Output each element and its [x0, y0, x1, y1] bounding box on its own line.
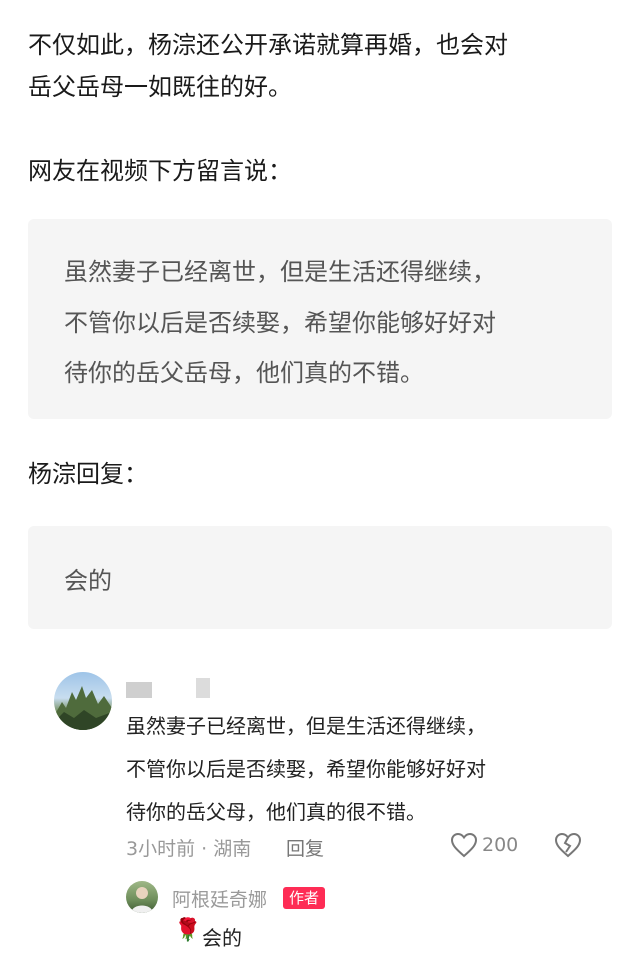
blurred-username-part	[196, 678, 210, 698]
quote-line: 会的	[64, 567, 112, 595]
comment-text-line: 虽然妻子已经离世，但是生活还得继续，	[126, 714, 486, 738]
rose-emoji: 🌹	[174, 918, 202, 943]
comment-text-line: 待你的岳父母，他们真的很不错。	[126, 800, 426, 824]
blurred-username	[126, 682, 152, 698]
author-badge: 作者	[283, 887, 326, 909]
person-photo-icon	[131, 887, 153, 913]
comment-time-location: 3小时前 · 湖南	[126, 838, 252, 860]
quote-line: 虽然妻子已经离世，但是生活还得继续，	[64, 258, 496, 286]
article-paragraph-1-line-1: 不仅如此，杨淙还公开承诺就算再婚，也会对	[28, 31, 508, 59]
article-paragraph-3: 杨淙回复：	[28, 460, 148, 488]
author-name[interactable]: 阿根廷奇娜	[172, 885, 267, 912]
comment-screenshot: 虽然妻子已经离世，但是生活还得继续， 不管你以后是否续娶，希望你能够好好对 待你…	[0, 652, 640, 960]
quote-box-comment: 虽然妻子已经离世，但是生活还得继续， 不管你以后是否续娶，希望你能够好好对 待你…	[28, 219, 612, 419]
author-reply-text: 会的	[202, 926, 242, 950]
quote-box-reply: 会的	[28, 526, 612, 629]
commenter-avatar[interactable]	[54, 672, 112, 730]
mountain-landscape-icon	[54, 686, 112, 730]
heart-icon[interactable]	[450, 832, 478, 858]
broken-heart-icon[interactable]	[554, 832, 582, 858]
quote-line: 待你的岳父岳母，他们真的不错。	[64, 359, 424, 387]
article-paragraph-2: 网友在视频下方留言说：	[28, 157, 292, 185]
article-paragraph-1: 不仅如此，杨淙还公开承诺就算再婚，也会对 岳父岳母一如既往的好。	[28, 24, 612, 108]
comment-text-line: 不管你以后是否续娶，希望你能够好好对	[126, 757, 486, 781]
article-paragraph-1-line-2: 岳父岳母一如既往的好。	[28, 73, 292, 101]
reply-button[interactable]: 回复	[286, 834, 324, 861]
author-avatar[interactable]	[126, 881, 158, 913]
quote-line: 不管你以后是否续娶，希望你能够好好对	[64, 309, 496, 337]
like-count: 200	[482, 834, 519, 856]
